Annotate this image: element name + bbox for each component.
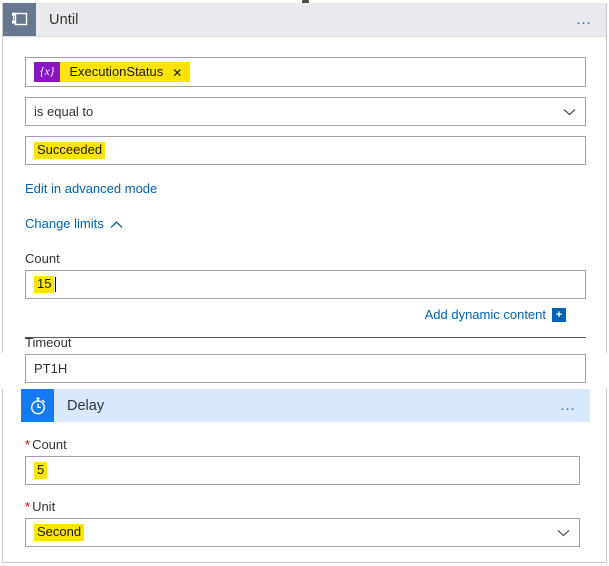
- delay-count-input[interactable]: 5: [25, 456, 580, 485]
- loop-until-icon: [3, 3, 36, 36]
- add-dynamic-content-label: Add dynamic content: [425, 307, 546, 322]
- count-label: Count: [25, 251, 586, 266]
- until-card-header[interactable]: Until …: [3, 3, 606, 37]
- until-timeout-value: PT1H: [34, 361, 67, 376]
- execution-status-token[interactable]: {x} ExecutionStatus ✕: [34, 62, 190, 82]
- until-timeout-input[interactable]: PT1H: [25, 354, 586, 383]
- chevron-up-icon: [110, 221, 123, 229]
- edit-in-advanced-mode-label: Edit in advanced mode: [25, 181, 157, 196]
- until-action-card: Until … {x} ExecutionStatus ✕ is equal t…: [2, 3, 607, 353]
- until-count-value: 15: [34, 276, 54, 294]
- add-dynamic-content-link[interactable]: Add dynamic content +: [425, 307, 566, 322]
- delay-card-title: Delay: [67, 398, 104, 414]
- delay-action-card: Delay … *Count 5 *Unit Second: [2, 389, 607, 563]
- until-card-title: Until: [49, 12, 79, 28]
- edit-in-advanced-mode-link[interactable]: Edit in advanced mode: [25, 181, 157, 196]
- delay-card-body: *Count 5 *Unit Second: [3, 422, 606, 547]
- until-body-divider: [25, 337, 586, 338]
- delay-count-value: 5: [34, 462, 47, 480]
- delay-count-label-text: Count: [32, 437, 67, 452]
- condition-right-operand-field[interactable]: Succeeded: [25, 136, 586, 165]
- stopwatch-icon: [21, 389, 54, 422]
- token-label-group: ExecutionStatus ✕: [60, 62, 190, 82]
- plus-icon: +: [552, 308, 566, 322]
- condition-operator-dropdown[interactable]: is equal to: [25, 97, 586, 126]
- change-limits-label: Change limits: [25, 216, 104, 231]
- delay-unit-value: Second: [34, 524, 84, 542]
- until-count-input[interactable]: 15: [25, 270, 586, 299]
- until-overflow-menu-button[interactable]: …: [576, 12, 595, 28]
- delay-unit-label: *Unit: [25, 499, 586, 514]
- condition-left-operand-field[interactable]: {x} ExecutionStatus ✕: [25, 57, 586, 87]
- delay-unit-label-text: Unit: [32, 499, 55, 514]
- condition-right-operand-value: Succeeded: [34, 142, 105, 160]
- delay-overflow-menu-button[interactable]: …: [560, 398, 579, 414]
- condition-operator-value: is equal to: [34, 104, 93, 119]
- flow-designer-canvas: Until … {x} ExecutionStatus ✕ is equal t…: [0, 0, 609, 566]
- required-indicator: *: [25, 499, 30, 514]
- delay-count-label: *Count: [25, 437, 586, 452]
- dynamic-content-badge-icon: {x}: [34, 62, 60, 82]
- chevron-down-icon: [563, 108, 576, 116]
- until-card-body: {x} ExecutionStatus ✕ is equal to Succee: [3, 37, 606, 353]
- token-label-text: ExecutionStatus: [69, 62, 163, 82]
- delay-card-header[interactable]: Delay …: [21, 389, 590, 422]
- required-indicator: *: [25, 437, 30, 452]
- chevron-down-icon: [557, 529, 570, 537]
- token-remove-icon[interactable]: ✕: [172, 67, 182, 79]
- change-limits-toggle[interactable]: Change limits: [25, 216, 123, 231]
- delay-unit-dropdown[interactable]: Second: [25, 518, 580, 547]
- text-caret: [55, 277, 56, 292]
